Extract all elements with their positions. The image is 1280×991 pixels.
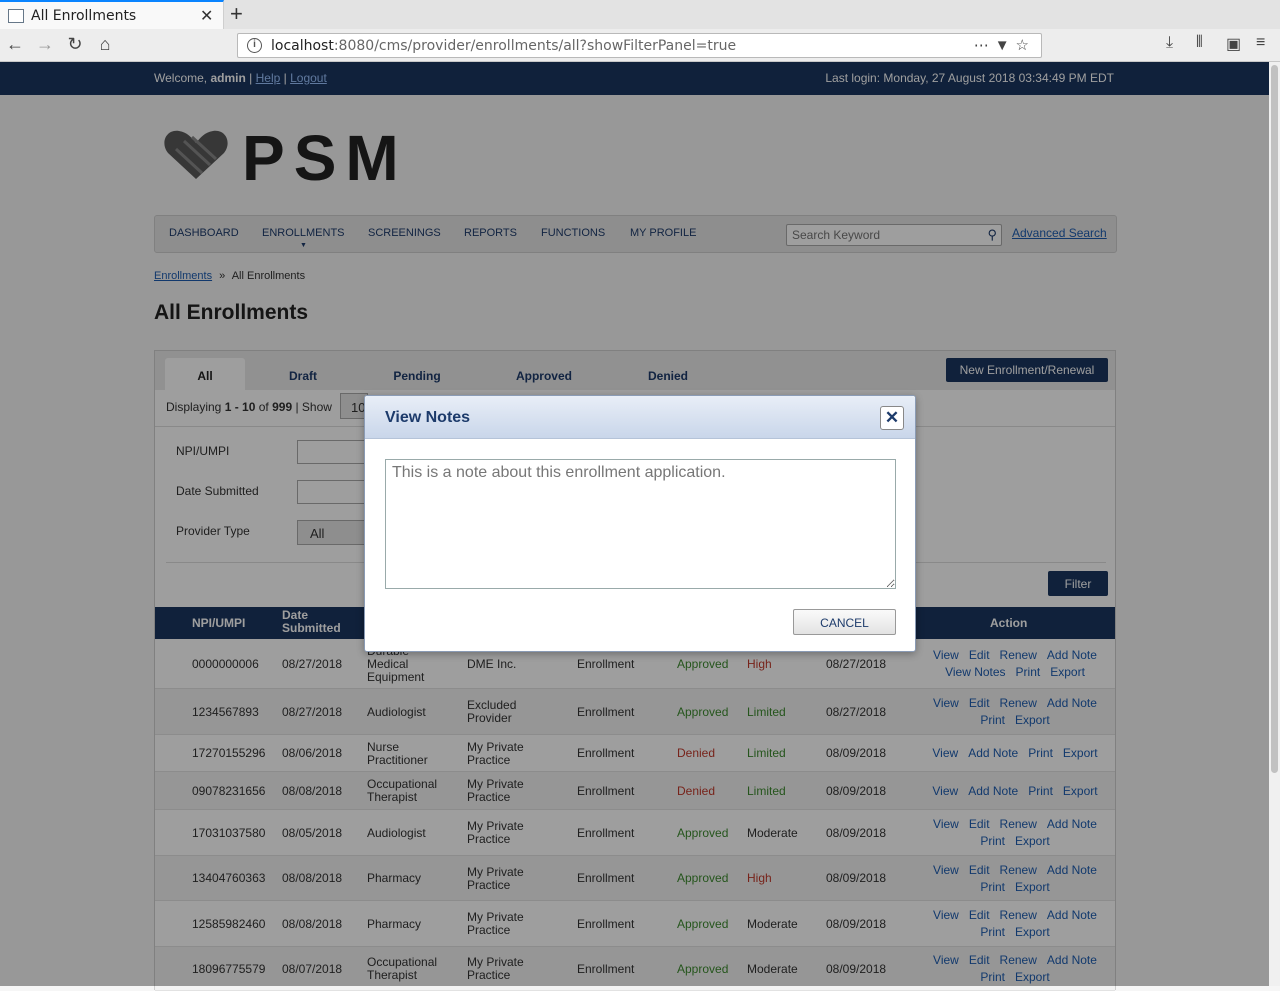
view-notes-dialog: View Notes ✕ This is a note about this e… (364, 395, 916, 652)
bookmark-star-icon[interactable]: ☆ (1016, 37, 1035, 54)
url-bar[interactable]: i localhost:8080/cms/provider/enrollment… (237, 33, 1042, 58)
more-icon[interactable]: ⋯ (974, 37, 995, 54)
back-icon[interactable]: ← (3, 34, 27, 55)
tab-title: All Enrollments (31, 8, 137, 24)
forward-icon[interactable]: → (33, 34, 57, 55)
library-icon[interactable]: ⫴ (1196, 34, 1203, 52)
close-tab-icon[interactable]: ✕ (200, 6, 213, 26)
favicon-icon (8, 9, 24, 23)
sidebar-icon[interactable]: ▣ (1226, 34, 1241, 54)
dialog-header: View Notes ✕ (365, 396, 915, 439)
close-icon[interactable]: ✕ (880, 406, 904, 430)
menu-icon[interactable]: ≡ (1256, 34, 1265, 52)
note-textarea[interactable]: This is a note about this enrollment app… (385, 459, 896, 589)
tab-strip: All Enrollments ✕ + (0, 0, 1280, 29)
dialog-title: View Notes (385, 409, 471, 426)
info-icon[interactable]: i (247, 38, 262, 53)
browser-toolbar: ← → ↻ ⌂ i localhost:8080/cms/provider/en… (0, 29, 1280, 62)
pocket-icon[interactable]: ▼ (995, 37, 1016, 54)
browser-chrome: All Enrollments ✕ + ← → ↻ ⌂ i localhost:… (0, 0, 1280, 62)
download-icon[interactable]: ⤓ (1166, 34, 1173, 52)
page-scrollbar[interactable] (1269, 62, 1280, 986)
home-icon[interactable]: ⌂ (93, 34, 117, 55)
cancel-button[interactable]: CANCEL (793, 609, 896, 635)
new-tab-icon[interactable]: + (230, 1, 243, 27)
url-host: localhost (271, 38, 334, 54)
url-text[interactable]: localhost:8080/cms/provider/enrollments/… (271, 38, 736, 54)
reload-icon[interactable]: ↻ (63, 34, 87, 55)
scroll-thumb[interactable] (1271, 65, 1278, 773)
browser-tab[interactable]: All Enrollments ✕ (0, 0, 224, 29)
url-path: :8080/cms/provider/enrollments/all?showF… (333, 38, 737, 54)
url-actions: ⋯▼☆ (974, 36, 1035, 54)
